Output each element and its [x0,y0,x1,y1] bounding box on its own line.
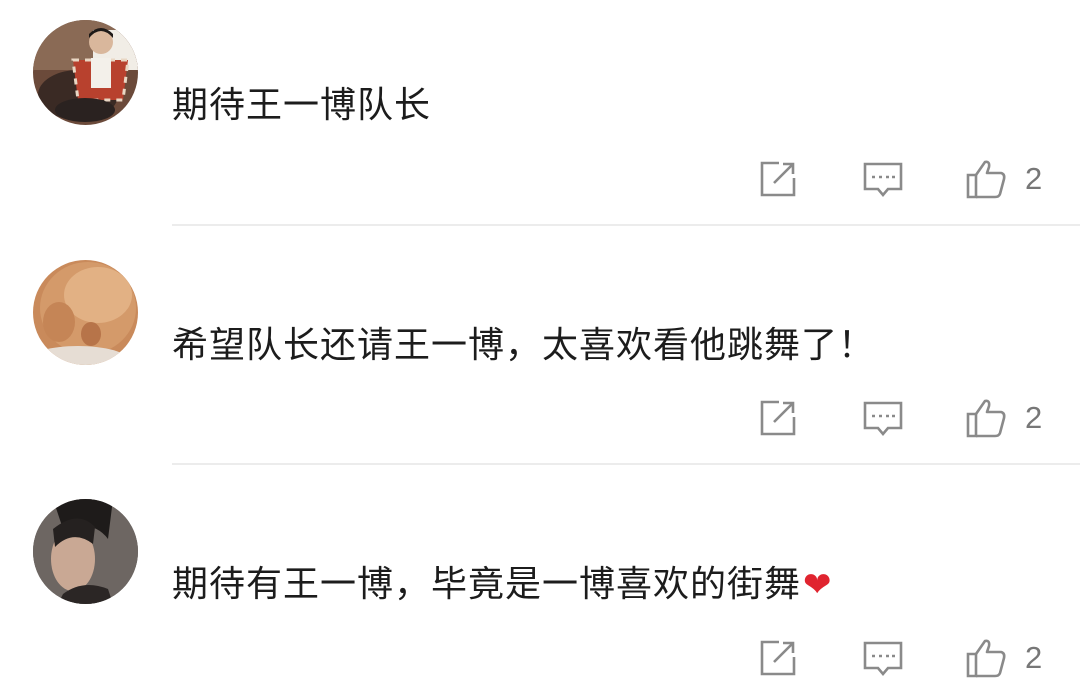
thumbs-up-icon [966,399,1006,438]
heart-emoji: ❤ [803,565,833,605]
share-button[interactable] [757,396,799,440]
reply-button[interactable] [862,157,904,201]
avatar[interactable] [33,499,138,604]
avatar[interactable] [33,20,138,125]
like-count: 2 [1025,161,1043,196]
avatar[interactable] [33,260,138,365]
comment-text: 期待有王一博，毕竟是一博喜欢的街舞❤ [172,563,833,607]
reply-button[interactable] [862,396,904,440]
comment-icon [863,162,903,198]
comment-text-content: 期待有王一博，毕竟是一博喜欢的街舞 [172,564,802,605]
crop-edge [0,681,1080,693]
avatar-image [33,260,138,365]
comment-icon [863,401,903,437]
divider [172,463,1080,465]
divider [172,224,1080,226]
like-count: 2 [1025,640,1043,675]
comment-icon [863,641,903,677]
like-button[interactable]: 2 [965,396,1042,440]
share-button[interactable] [757,636,799,680]
avatar-image [33,20,138,125]
comment-actions: 2 [0,157,1080,201]
share-icon [760,640,796,676]
comment-text-content: 希望队长还请王一博，太喜欢看他跳舞了！ [172,325,876,366]
comment-text: 希望队长还请王一博，太喜欢看他跳舞了！ [172,324,875,368]
like-button[interactable]: 2 [965,157,1042,201]
comment-text: 期待王一博队长 [172,84,431,128]
like-count: 2 [1025,400,1043,435]
like-button[interactable]: 2 [965,636,1042,680]
share-button[interactable] [757,157,799,201]
share-icon [760,400,796,436]
thumbs-up-icon [966,160,1006,199]
avatar-image [33,499,138,604]
share-icon [760,161,796,197]
comment-text-content: 期待王一博队长 [172,85,432,126]
comment-actions: 2 [0,396,1080,440]
reply-button[interactable] [862,636,904,680]
thumbs-up-icon [966,639,1006,678]
comment-actions: 2 [0,636,1080,680]
